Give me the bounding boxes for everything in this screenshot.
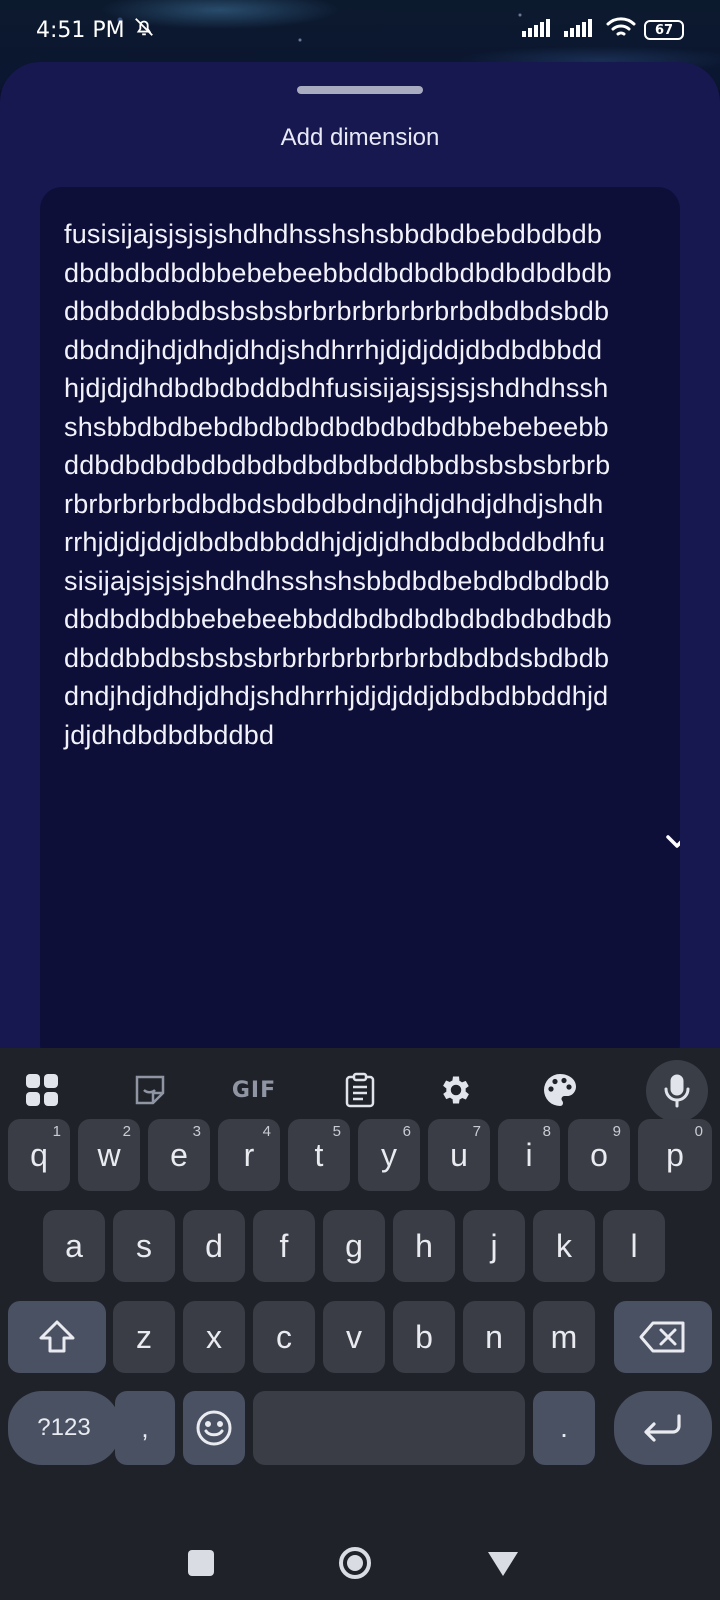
- space-key[interactable]: [253, 1391, 525, 1465]
- backspace-icon: [639, 1321, 685, 1353]
- shift-icon: [39, 1320, 75, 1353]
- emoji-key[interactable]: [183, 1391, 245, 1465]
- key-r[interactable]: r4: [218, 1119, 280, 1191]
- dimension-text-input[interactable]: fusisijajsjsjsjshdhdhsshshsbbdbdbebdbdbd…: [40, 187, 680, 1067]
- key-label: p: [666, 1136, 684, 1173]
- key-k[interactable]: k: [533, 1210, 595, 1282]
- key-label: r: [243, 1136, 255, 1173]
- back-triangle-icon[interactable]: [486, 1550, 520, 1578]
- status-bar: 4:51 PM 67: [0, 0, 720, 60]
- key-m[interactable]: m: [533, 1301, 595, 1373]
- comma-key[interactable]: ,: [115, 1391, 175, 1465]
- signal-icon: [564, 17, 598, 43]
- recents-square-icon[interactable]: [188, 1550, 214, 1576]
- key-hint: 8: [542, 1123, 551, 1140]
- keyboard-toolbar: GIF: [0, 1048, 720, 1128]
- key-a[interactable]: a: [43, 1210, 105, 1282]
- key-hint: 2: [122, 1123, 131, 1140]
- settings-gear-icon[interactable]: [428, 1062, 484, 1118]
- key-hint: 3: [192, 1123, 201, 1140]
- sticker-icon[interactable]: [122, 1062, 178, 1118]
- key-label: o: [590, 1136, 608, 1173]
- key-label: e: [170, 1136, 188, 1173]
- apps-grid-icon[interactable]: [14, 1062, 70, 1118]
- notifications-muted-icon: [133, 16, 155, 44]
- navigation-bar: [0, 1538, 720, 1600]
- key-t[interactable]: t5: [288, 1119, 350, 1191]
- key-f[interactable]: f: [253, 1210, 315, 1282]
- bottom-sheet: Add dimension fusisijajsjsjsjshdhdhsshsh…: [0, 62, 720, 1067]
- palette-icon[interactable]: [532, 1062, 588, 1118]
- key-l[interactable]: l: [603, 1210, 665, 1282]
- key-h[interactable]: h: [393, 1210, 455, 1282]
- key-hint: 0: [694, 1123, 703, 1140]
- keyboard: GIF q1 w2 e3 r4 t5 y6 u7 i8 o9 p 0 a s d…: [0, 1048, 720, 1600]
- backspace-key[interactable]: [614, 1301, 712, 1373]
- microphone-icon[interactable]: [646, 1060, 708, 1122]
- gif-button[interactable]: GIF: [226, 1062, 282, 1118]
- key-s[interactable]: s: [113, 1210, 175, 1282]
- key-g[interactable]: g: [323, 1210, 385, 1282]
- key-q[interactable]: q1: [8, 1119, 70, 1191]
- key-b[interactable]: b: [393, 1301, 455, 1373]
- key-label: u: [450, 1136, 468, 1173]
- key-hint: 5: [332, 1123, 341, 1140]
- period-key[interactable]: .: [533, 1391, 595, 1465]
- key-y[interactable]: y6: [358, 1119, 420, 1191]
- drag-handle[interactable]: [297, 86, 423, 94]
- key-label: i: [525, 1136, 533, 1173]
- key-label: t: [314, 1136, 324, 1173]
- key-e[interactable]: e3: [148, 1119, 210, 1191]
- sheet-title: Add dimension: [280, 124, 440, 151]
- key-hint: 6: [402, 1123, 411, 1140]
- key-hint: 7: [472, 1123, 481, 1140]
- key-d[interactable]: d: [183, 1210, 245, 1282]
- confirm-check-icon[interactable]: [662, 817, 680, 857]
- key-c[interactable]: c: [253, 1301, 315, 1373]
- enter-icon: [644, 1414, 681, 1442]
- symbols-key[interactable]: ?123: [8, 1391, 120, 1465]
- dimension-text-value[interactable]: fusisijajsjsjsjshdhdhsshshsbbdbdbebdbdbd…: [64, 215, 612, 754]
- key-hint: 4: [262, 1123, 271, 1140]
- key-label: y: [381, 1136, 397, 1173]
- emoji-icon: [196, 1410, 232, 1446]
- shift-key[interactable]: [8, 1301, 106, 1373]
- key-i[interactable]: i8: [498, 1119, 560, 1191]
- signal-icon: [522, 17, 556, 43]
- key-w[interactable]: w2: [78, 1119, 140, 1191]
- clipboard-icon[interactable]: [332, 1062, 388, 1118]
- home-circle-icon[interactable]: [338, 1546, 372, 1580]
- status-time: 4:51 PM: [36, 17, 125, 43]
- key-label: w: [97, 1136, 121, 1173]
- key-hint: 1: [52, 1123, 61, 1140]
- key-j[interactable]: j: [463, 1210, 525, 1282]
- enter-key[interactable]: [614, 1391, 712, 1465]
- key-n[interactable]: n: [463, 1301, 525, 1373]
- key-p[interactable]: p0: [638, 1119, 712, 1191]
- key-u[interactable]: u7: [428, 1119, 490, 1191]
- key-v[interactable]: v: [323, 1301, 385, 1373]
- key-hint: 9: [612, 1123, 621, 1140]
- key-z[interactable]: z: [113, 1301, 175, 1373]
- key-o[interactable]: o9: [568, 1119, 630, 1191]
- key-label: q: [30, 1136, 48, 1173]
- battery-indicator: 67: [644, 20, 684, 40]
- wifi-icon: [606, 16, 636, 44]
- key-x[interactable]: x: [183, 1301, 245, 1373]
